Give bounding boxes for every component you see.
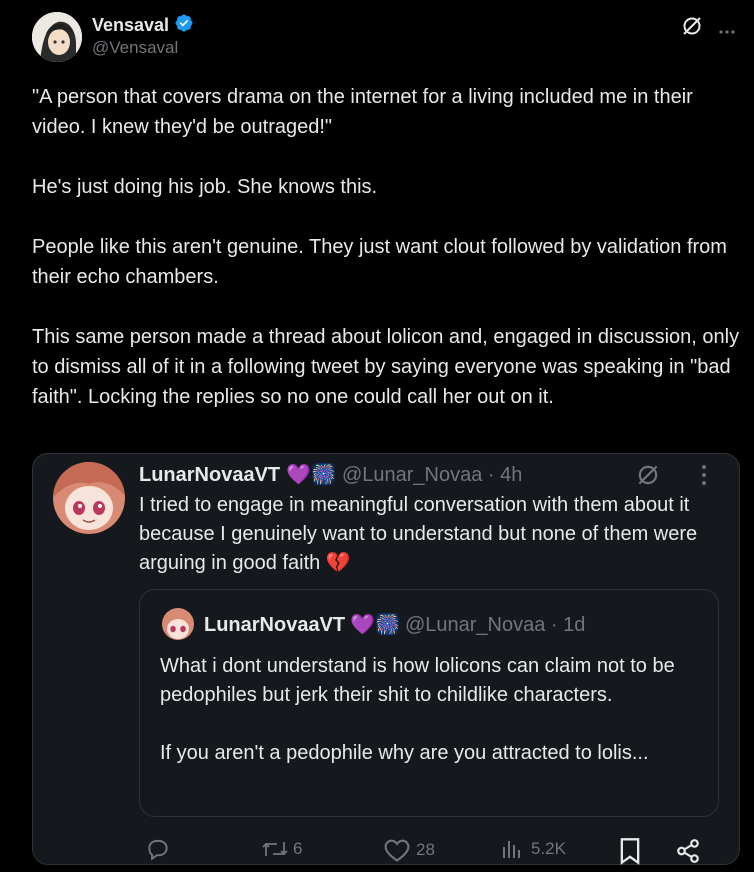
like-icon — [383, 837, 411, 863]
author-handle[interactable]: @Vensaval — [92, 38, 178, 58]
repost-button[interactable]: 6 — [260, 836, 302, 862]
quoted-name-emoji: 💜🎆 — [286, 464, 336, 486]
quoted-author-avatar[interactable] — [53, 462, 125, 534]
grok-icon[interactable] — [680, 14, 704, 43]
views-button[interactable]: 5.2K — [499, 837, 566, 861]
nested-quote-card[interactable]: LunarNovaaVT 💜🎆 @Lunar_Novaa · 1d What i… — [139, 589, 719, 817]
repost-icon — [260, 836, 290, 862]
bookmark-icon[interactable] — [618, 837, 642, 870]
quoted-handle-time[interactable]: @Lunar_Novaa · 4h — [342, 464, 522, 487]
nested-display-name[interactable]: LunarNovaaVT — [204, 614, 345, 637]
views-count: 5.2K — [531, 839, 566, 858]
nested-handle-time[interactable]: @Lunar_Novaa · 1d — [405, 614, 585, 637]
more-icon[interactable] — [718, 22, 736, 40]
quoted-tweet-text: I tried to engage in meaningful conversa… — [139, 494, 703, 574]
author-display-name[interactable]: Vensaval — [92, 15, 169, 36]
tweet-text: "A person that covers drama on the inter… — [32, 86, 740, 408]
nested-author-avatar[interactable] — [162, 608, 194, 640]
like-button[interactable]: 28 — [383, 837, 435, 863]
nested-tweet-text: What i dont understand is how lolicons c… — [160, 655, 675, 764]
repost-count: 6 — [293, 839, 303, 858]
reply-icon — [145, 836, 171, 862]
grok-icon[interactable] — [635, 462, 661, 493]
quoted-display-name[interactable]: LunarNovaaVT — [139, 464, 280, 487]
quoted-tweet-card[interactable]: LunarNovaaVT 💜🎆 @Lunar_Novaa · 4h I trie… — [32, 453, 740, 865]
reply-button[interactable] — [145, 836, 177, 862]
views-icon — [499, 837, 525, 861]
author-avatar[interactable] — [32, 12, 82, 62]
like-count: 28 — [416, 840, 435, 859]
nested-name-emoji: 💜🎆 — [350, 614, 400, 636]
share-icon[interactable] — [675, 838, 701, 869]
more-vertical-icon[interactable] — [701, 464, 707, 491]
verified-badge-icon — [174, 13, 194, 38]
